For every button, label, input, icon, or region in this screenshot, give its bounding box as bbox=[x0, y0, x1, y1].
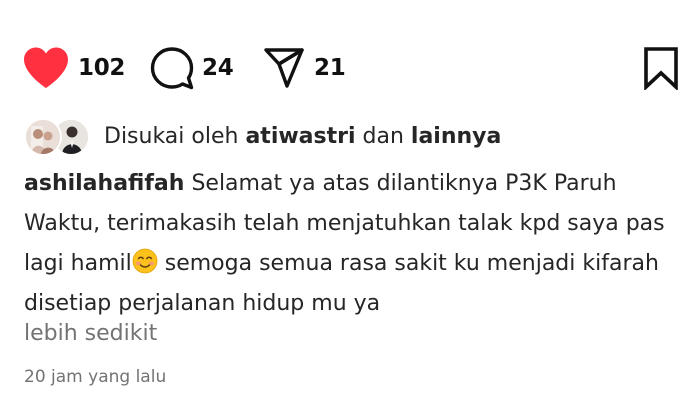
comment-button[interactable]: 24 bbox=[150, 44, 234, 92]
liked-by-prefix: Disukai oleh bbox=[104, 123, 239, 149]
heart-filled-icon[interactable] bbox=[22, 46, 70, 90]
liked-by-others-link[interactable]: lainnya bbox=[411, 124, 501, 149]
liker-username[interactable]: atiwastri bbox=[245, 124, 355, 149]
liker-avatars[interactable] bbox=[24, 117, 90, 156]
share-button[interactable]: 21 bbox=[262, 44, 346, 92]
paper-plane-icon[interactable] bbox=[262, 46, 306, 90]
post-caption: ashilahafifah Selamat ya atas dilantikny… bbox=[24, 164, 684, 324]
save-button[interactable] bbox=[642, 44, 680, 92]
bookmark-icon[interactable] bbox=[642, 46, 680, 90]
avatar[interactable] bbox=[24, 118, 62, 156]
like-button[interactable]: 102 bbox=[22, 44, 125, 92]
action-bar: 102 24 21 bbox=[22, 44, 680, 92]
liked-by-row[interactable]: Disukai oleh atiwastri dan lainnya bbox=[24, 116, 501, 156]
share-count[interactable]: 21 bbox=[314, 55, 346, 81]
like-count[interactable]: 102 bbox=[78, 55, 125, 81]
smiling-face-emoji bbox=[132, 248, 158, 274]
comment-count[interactable]: 24 bbox=[202, 55, 234, 81]
liked-by-text[interactable]: Disukai oleh atiwastri dan lainnya bbox=[104, 124, 501, 149]
show-less-link[interactable]: lebih sedikit bbox=[24, 314, 157, 354]
post-footer: 102 24 21 Disukai oleh atiwastri dan lai… bbox=[0, 0, 700, 400]
caption-username[interactable]: ashilahafifah bbox=[24, 171, 184, 196]
speech-bubble-icon[interactable] bbox=[150, 46, 194, 90]
liked-by-connector: dan bbox=[362, 123, 404, 149]
post-timestamp: 20 jam yang lalu bbox=[24, 367, 167, 387]
